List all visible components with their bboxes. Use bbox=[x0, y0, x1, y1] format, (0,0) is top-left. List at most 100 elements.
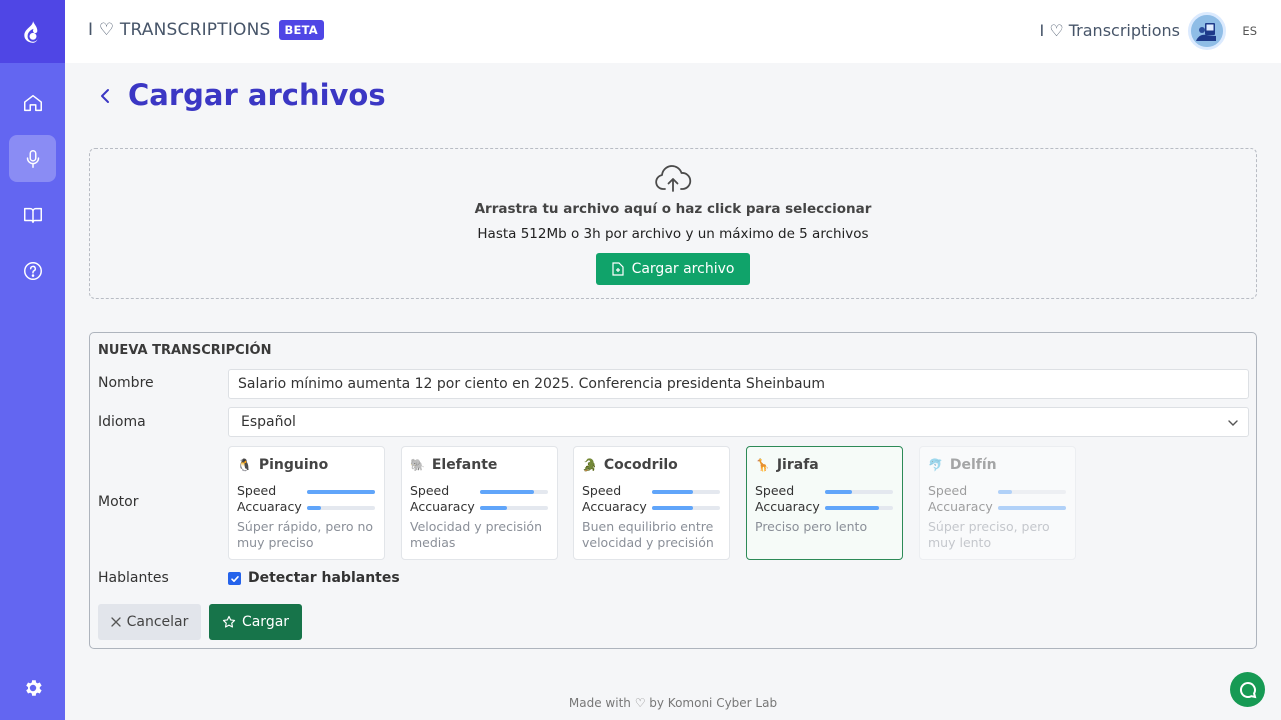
nav-settings[interactable] bbox=[9, 664, 56, 711]
user-name[interactable]: I ♡ Transcriptions bbox=[1040, 21, 1180, 40]
home-icon bbox=[23, 94, 42, 111]
engine-name: 🦒 Jirafa bbox=[755, 457, 819, 473]
upload-file-label: Cargar archivo bbox=[631, 261, 735, 277]
accuracy-label: Accuaracy bbox=[237, 499, 302, 514]
speed-label: Speed bbox=[237, 483, 277, 498]
engine-description: Buen equilibrio entre velocidad y precis… bbox=[582, 519, 714, 550]
language-label: Idioma bbox=[98, 414, 146, 430]
nav-help[interactable] bbox=[9, 247, 56, 294]
language-select[interactable]: Español bbox=[228, 407, 1249, 437]
accuracy-bar-fill bbox=[480, 506, 508, 510]
speed-bar bbox=[998, 490, 1066, 494]
file-plus-icon bbox=[611, 262, 624, 276]
cloud-upload-icon bbox=[655, 165, 692, 192]
cancel-button[interactable]: Cancelar bbox=[98, 604, 201, 640]
speed-bar bbox=[307, 490, 375, 494]
engine-name-text: Cocodrilo bbox=[603, 457, 678, 473]
engine-description: Preciso pero lento bbox=[755, 519, 868, 534]
engine-option[interactable]: 🐘 Elefante Speed Accuaracy Velocidad y prec… bbox=[401, 446, 558, 560]
speed-bar-fill bbox=[307, 490, 375, 494]
nav-library[interactable] bbox=[9, 191, 56, 238]
accuracy-bar-fill bbox=[307, 506, 321, 510]
detect-speakers-label[interactable]: Detectar hablantes bbox=[248, 570, 400, 586]
avatar[interactable] bbox=[1188, 12, 1226, 50]
new-transcription-panel: NUEVA TRANSCRIPCIÓN Nombre Salario mínim… bbox=[89, 332, 1257, 649]
back-button[interactable] bbox=[94, 84, 118, 108]
language-select-value: Español bbox=[241, 414, 296, 430]
name-input[interactable]: Salario mínimo aumenta 12 por ciento en … bbox=[228, 369, 1249, 399]
speed-label: Speed bbox=[582, 483, 622, 498]
chevron-left-icon bbox=[101, 89, 109, 103]
detect-speakers-checkbox[interactable] bbox=[228, 572, 241, 585]
nav-transcribe[interactable] bbox=[9, 135, 56, 182]
brand-title: I ♡ TRANSCRIPTIONS bbox=[88, 20, 271, 40]
engine-animal-icon: 🦒 bbox=[755, 458, 770, 472]
accuracy-bar bbox=[480, 506, 548, 510]
sidebar bbox=[0, 0, 65, 720]
engine-animal-icon: 🐧 bbox=[237, 458, 252, 472]
engine-name: 🐘 Elefante bbox=[410, 457, 497, 473]
flame-logo-icon bbox=[23, 20, 38, 43]
speed-bar-fill bbox=[825, 490, 853, 494]
engine-option[interactable]: 🐊 Cocodrilo Speed Accuaracy Buen equilibrio… bbox=[573, 446, 730, 560]
accuracy-label: Accuaracy bbox=[582, 499, 647, 514]
chat-bubble-icon bbox=[1239, 681, 1256, 698]
book-icon bbox=[23, 207, 42, 223]
chat-button[interactable] bbox=[1230, 672, 1265, 707]
submit-label: Cargar bbox=[241, 614, 290, 630]
submit-upload-button[interactable]: Cargar bbox=[209, 604, 302, 640]
help-icon bbox=[23, 261, 42, 280]
engine-name-text: Delfín bbox=[949, 457, 997, 473]
speed-bar bbox=[825, 490, 893, 494]
name-label: Nombre bbox=[98, 375, 154, 391]
dropzone-subtitle: Hasta 512Mb o 3h por archivo y un máximo… bbox=[477, 226, 869, 242]
engine-option[interactable]: 🦒 Jirafa Speed Accuaracy Preciso pero lento bbox=[746, 446, 903, 560]
engine-description: Súper preciso, pero muy lento bbox=[928, 519, 1050, 550]
accuracy-label: Accuaracy bbox=[928, 499, 993, 514]
top-header: I ♡ TRANSCRIPTIONS BETA I ♡ Transcriptio… bbox=[65, 0, 1281, 63]
engine-animal-icon: 🐘 bbox=[410, 458, 425, 472]
close-icon bbox=[110, 617, 121, 627]
nav-home[interactable] bbox=[9, 79, 56, 126]
engine-name: 🐬 Delfín bbox=[928, 457, 997, 473]
engine-name-text: Pinguino bbox=[258, 457, 329, 473]
engine-description: Velocidad y precisión medias bbox=[410, 519, 543, 550]
accuracy-bar-fill bbox=[998, 506, 1066, 510]
engine-name-text: Jirafa bbox=[776, 457, 819, 473]
star-icon bbox=[222, 615, 236, 628]
speakers-label: Hablantes bbox=[98, 570, 169, 586]
speed-bar-fill bbox=[652, 490, 693, 494]
engine-name: 🐊 Cocodrilo bbox=[582, 457, 678, 473]
accuracy-bar-fill bbox=[825, 506, 880, 510]
upload-file-button[interactable]: Cargar archivo bbox=[596, 253, 750, 285]
speed-label: Speed bbox=[755, 483, 795, 498]
app-logo[interactable] bbox=[0, 0, 65, 63]
engine-option: 🐬 Delfín Speed Accuaracy Súper preciso, per… bbox=[919, 446, 1076, 560]
beta-badge: BETA bbox=[278, 20, 324, 40]
footer-credit: Made with ♡ by Komoni Cyber Lab bbox=[568, 696, 778, 710]
speed-bar-fill bbox=[998, 490, 1012, 494]
speed-label: Speed bbox=[928, 483, 968, 498]
engine-description: Súper rápido, pero no muy preciso bbox=[237, 519, 374, 550]
brand[interactable]: I ♡ TRANSCRIPTIONS BETA bbox=[88, 20, 324, 40]
chevron-down-icon bbox=[1228, 420, 1238, 426]
speed-bar-fill bbox=[480, 490, 535, 494]
accuracy-bar bbox=[307, 506, 375, 510]
engine-label: Motor bbox=[98, 494, 139, 510]
engine-option[interactable]: 🐧 Pinguino Speed Accuaracy Súper rápido, pe… bbox=[228, 446, 385, 560]
panel-title: NUEVA TRANSCRIPCIÓN bbox=[98, 343, 272, 358]
accuracy-label: Accuaracy bbox=[755, 499, 820, 514]
user-avatar-icon bbox=[1191, 15, 1223, 47]
microphone-icon bbox=[26, 149, 39, 168]
file-dropzone[interactable]: Arrastra tu archivo aquí o haz click par… bbox=[89, 148, 1257, 299]
accuracy-bar bbox=[652, 506, 720, 510]
check-icon bbox=[230, 575, 239, 582]
dropzone-title: Arrastra tu archivo aquí o haz click par… bbox=[474, 201, 872, 217]
engine-animal-icon: 🐬 bbox=[928, 458, 943, 472]
speed-label: Speed bbox=[410, 483, 450, 498]
settings-icon bbox=[25, 679, 42, 696]
language-switcher[interactable]: ES bbox=[1242, 24, 1257, 38]
cancel-label: Cancelar bbox=[126, 614, 189, 630]
accuracy-label: Accuaracy bbox=[410, 499, 475, 514]
engine-animal-icon: 🐊 bbox=[582, 458, 597, 472]
